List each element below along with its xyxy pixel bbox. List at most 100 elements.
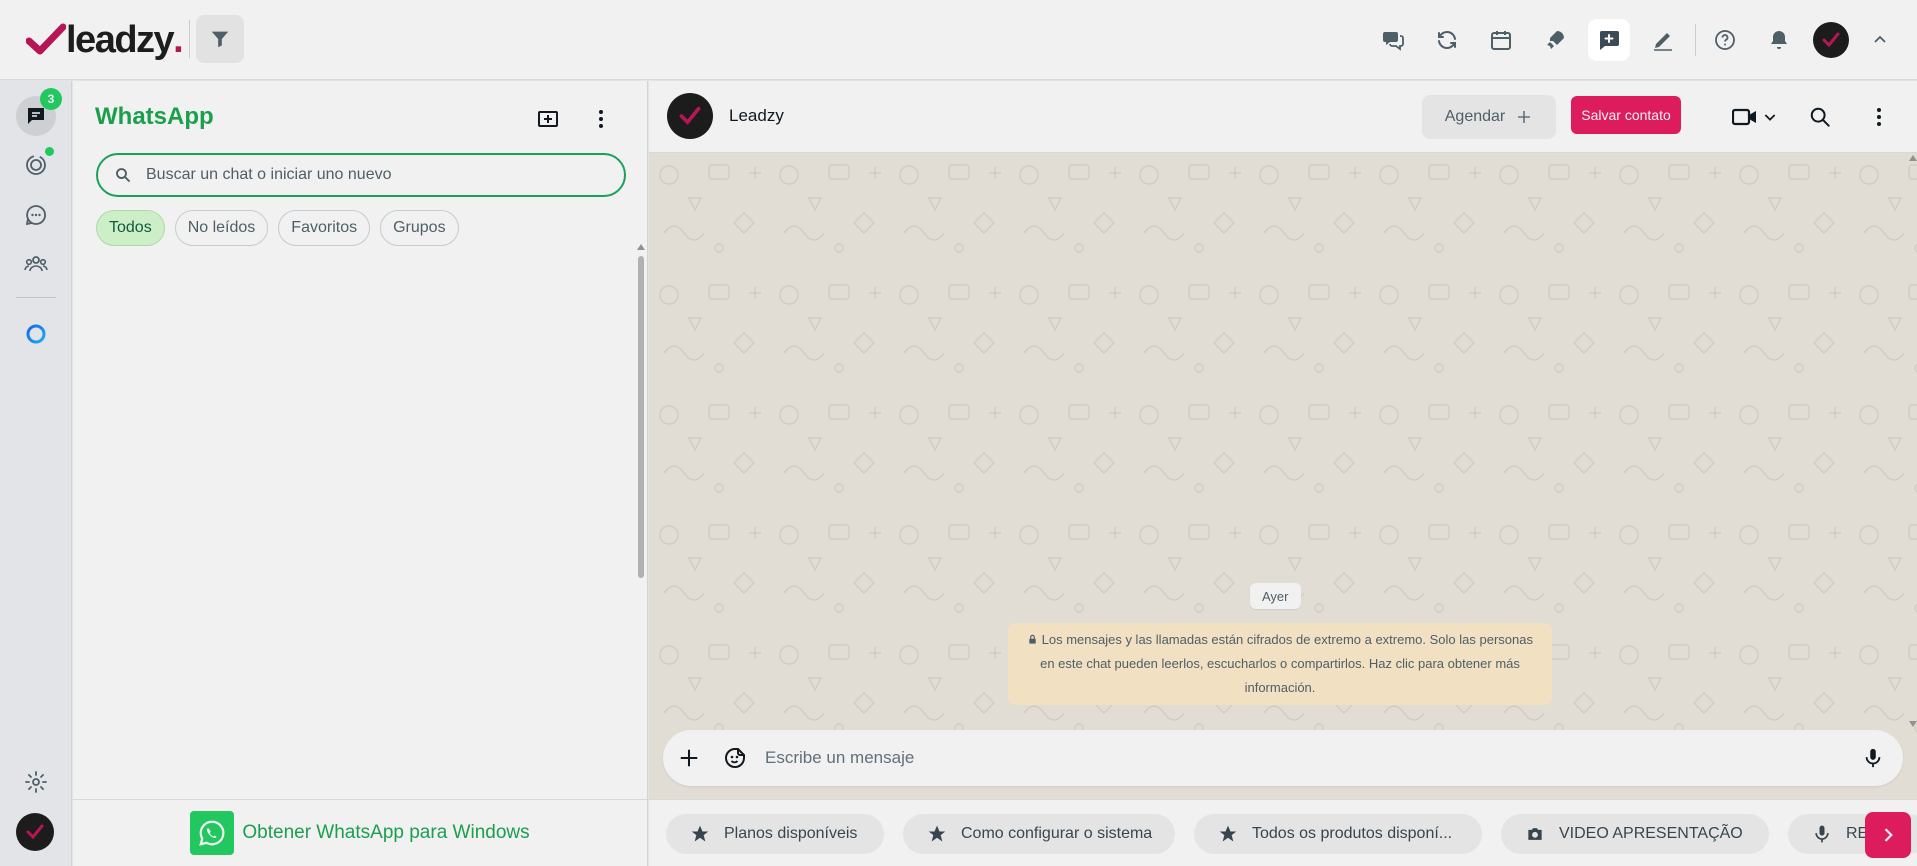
lock-icon xyxy=(1029,634,1036,644)
filter-button[interactable] xyxy=(196,15,244,63)
chat-bubbles-icon xyxy=(1383,32,1404,51)
message-add-icon xyxy=(1599,31,1619,50)
rocket-button[interactable] xyxy=(1535,20,1575,60)
status-icon xyxy=(26,155,46,175)
calendar-button[interactable] xyxy=(1481,20,1521,60)
conversation-header: Leadzy Agendar Salvar contato xyxy=(649,81,1917,153)
nav-rail: 3 xyxy=(0,81,72,866)
pen-icon xyxy=(1654,33,1672,51)
schedule-button[interactable]: Agendar xyxy=(1422,95,1556,139)
new-chat-button[interactable] xyxy=(530,101,566,137)
filter-groups[interactable]: Grupos xyxy=(380,210,459,246)
quick-reply-label: Como configurar o sistema xyxy=(961,825,1153,842)
sticker-icon xyxy=(725,748,745,768)
filter-all[interactable]: Todos xyxy=(96,210,165,246)
filter-icon xyxy=(211,31,229,48)
chat-list-menu-button[interactable] xyxy=(583,101,619,137)
chat-list-scrollbar[interactable] xyxy=(638,256,644,578)
quick-reply-item[interactable]: Todos os produtos disponí... xyxy=(1194,814,1482,854)
star-icon xyxy=(928,825,946,842)
encryption-notice[interactable]: Los mensajes y las llamadas están cifrad… xyxy=(1008,623,1552,705)
filter-chips: Todos No leídos Favoritos Grupos xyxy=(96,210,459,246)
emoji-button[interactable] xyxy=(721,744,749,772)
check-avatar-icon xyxy=(1822,32,1840,48)
rocket-icon xyxy=(1547,31,1564,49)
filter-unread[interactable]: No leídos xyxy=(174,210,269,246)
chat-list-title: WhatsApp xyxy=(95,103,214,130)
nav-communities[interactable] xyxy=(16,244,56,284)
schedule-label: Agendar xyxy=(1444,108,1506,125)
message-composer xyxy=(663,730,1903,786)
voice-message-button[interactable] xyxy=(1859,744,1887,772)
quick-reply-label: Planos disponíveis xyxy=(724,825,858,842)
camera-icon xyxy=(1528,828,1542,840)
save-contact-button[interactable]: Salvar contato xyxy=(1571,96,1681,134)
nav-settings[interactable] xyxy=(16,762,56,802)
conversation-search-button[interactable] xyxy=(1802,99,1838,135)
refresh-button[interactable] xyxy=(1427,20,1467,60)
help-icon xyxy=(1715,30,1735,50)
quick-reply-item[interactable]: Planos disponíveis xyxy=(666,814,884,854)
new-message-button[interactable] xyxy=(1589,20,1629,60)
quick-replies-bar: Planos disponíveis Como configurar o sis… xyxy=(649,799,1917,866)
nav-meta-ai[interactable] xyxy=(16,314,56,354)
contact-name[interactable]: Leadzy xyxy=(729,106,784,126)
star-icon xyxy=(691,825,709,842)
more-vertical-icon xyxy=(1877,108,1881,126)
meta-ai-icon xyxy=(26,324,46,344)
logo-divider xyxy=(189,20,190,58)
chat-search-input[interactable] xyxy=(146,166,606,184)
quick-reply-item[interactable]: VIDEO APRESENTAÇÃO xyxy=(1501,814,1769,854)
top-bar: leadzy. xyxy=(0,0,1917,80)
contact-avatar[interactable] xyxy=(667,93,713,139)
check-avatar-icon xyxy=(679,106,701,125)
communities-icon xyxy=(24,256,48,272)
rail-divider xyxy=(16,297,56,298)
quick-reply-item[interactable]: Como configurar o sistema xyxy=(903,814,1175,854)
check-logo-icon xyxy=(26,23,66,55)
encryption-notice-text: Los mensajes y las llamadas están cifrad… xyxy=(1040,632,1533,695)
edit-button[interactable] xyxy=(1643,20,1683,60)
get-windows-app-text: Obtener WhatsApp para Windows xyxy=(242,822,530,843)
conversation-scroll-down[interactable] xyxy=(1909,721,1917,727)
get-windows-app-link[interactable]: Obtener WhatsApp para Windows xyxy=(73,799,647,866)
collapse-button[interactable] xyxy=(1860,20,1900,60)
video-call-button[interactable] xyxy=(1727,99,1783,135)
user-avatar[interactable] xyxy=(1813,22,1849,58)
leadzy-logo[interactable]: leadzy. xyxy=(26,18,184,62)
star-icon xyxy=(1219,825,1237,842)
chevron-up-icon xyxy=(1874,35,1886,43)
whatsapp-logo-icon xyxy=(190,811,235,855)
mic-icon xyxy=(1815,825,1829,843)
unread-badge: 3 xyxy=(40,88,62,110)
chats-button[interactable] xyxy=(1373,20,1413,60)
nav-channels[interactable] xyxy=(16,195,56,235)
logo-text: leadzy xyxy=(66,19,175,61)
message-input[interactable] xyxy=(765,740,1845,776)
new-chat-icon xyxy=(538,111,558,127)
check-avatar-icon xyxy=(26,824,44,840)
nav-chats[interactable]: 3 xyxy=(16,88,62,136)
conversation-menu-button[interactable] xyxy=(1861,99,1897,135)
filter-favorites[interactable]: Favoritos xyxy=(278,210,371,246)
scroll-up-arrow[interactable] xyxy=(637,244,645,250)
attach-button[interactable] xyxy=(675,744,703,772)
search-icon xyxy=(1810,107,1830,127)
logo-dot: . xyxy=(173,19,184,61)
quick-replies-next-button[interactable] xyxy=(1865,812,1911,858)
help-button[interactable] xyxy=(1705,20,1745,60)
top-divider xyxy=(1695,24,1696,56)
date-separator: Ayer xyxy=(1250,583,1301,609)
calendar-icon xyxy=(1491,31,1511,50)
plus-icon xyxy=(680,749,698,767)
profile-avatar[interactable] xyxy=(16,813,54,851)
refresh-icon xyxy=(1438,30,1456,50)
search-icon xyxy=(116,168,130,182)
quick-reply-label: Todos os produtos disponí... xyxy=(1252,825,1453,842)
quick-reply-label: VIDEO APRESENTAÇÃO xyxy=(1559,825,1743,842)
nav-status[interactable] xyxy=(16,145,56,185)
conversation-scroll-up[interactable] xyxy=(1909,155,1917,161)
chat-search-box xyxy=(96,153,626,197)
bell-icon xyxy=(1771,31,1787,49)
notifications-button[interactable] xyxy=(1759,20,1799,60)
